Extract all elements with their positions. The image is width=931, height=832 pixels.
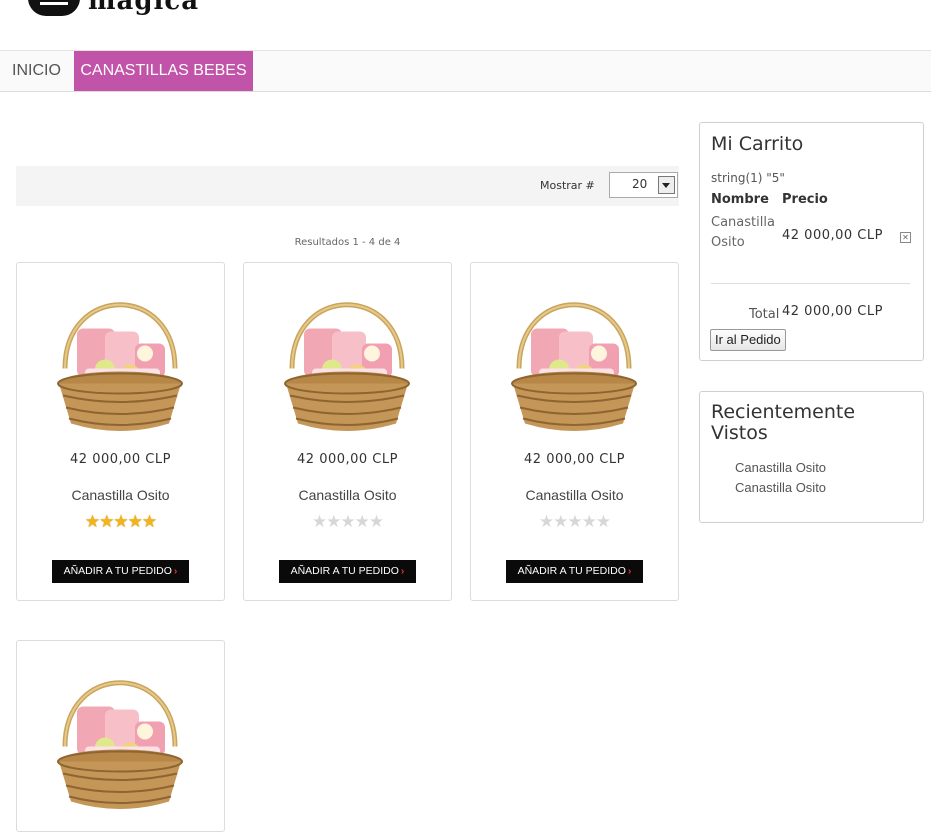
star-filled-icon: ★ <box>113 512 128 532</box>
cart-debug-text: string(1) "5" <box>711 171 785 185</box>
chevron-right-icon: › <box>173 565 178 577</box>
show-label: Mostrar # <box>540 179 595 192</box>
star-filled-icon: ★ <box>127 512 143 532</box>
nav-item-canastillas-bebes[interactable]: CANASTILLAS BEBES <box>74 51 253 91</box>
cart-item-price: 42 000,00 CLP <box>782 228 883 243</box>
recently-viewed-box: Recientemente Vistos Canastilla Osito Ca… <box>699 391 924 523</box>
product-price: 42 000,00 CLP <box>70 452 171 467</box>
nav-item-inicio[interactable]: INICIO <box>12 51 61 91</box>
star-filled-icon: ★ <box>84 512 100 532</box>
cart-col-price: Precio <box>782 192 828 207</box>
show-count-value: 20 <box>632 177 648 191</box>
remove-item-icon[interactable]: ✕ <box>900 232 911 243</box>
product-card[interactable]: 42 000,00 CLP Canastilla Osito ★★★★★ AÑA… <box>470 262 679 601</box>
cart-total-label: Total <box>749 307 780 322</box>
star-empty-icon: ★ <box>538 512 554 532</box>
rating-stars: ★★★★★ <box>471 512 678 532</box>
add-to-order-button[interactable]: AÑADIR A TU PEDIDO › <box>506 560 643 583</box>
product-image[interactable] <box>499 271 649 446</box>
site-logo[interactable]: mágica <box>0 0 300 50</box>
star-empty-icon: ★ <box>354 512 370 532</box>
star-empty-icon: ★ <box>368 512 384 532</box>
logo-text: mágica <box>88 0 200 16</box>
product-name[interactable]: Canastilla Osito <box>244 487 451 503</box>
star-empty-icon: ★ <box>326 512 341 532</box>
star-empty-icon: ★ <box>340 512 355 532</box>
add-to-order-label: AÑADIR A TU PEDIDO <box>290 565 399 577</box>
star-empty-icon: ★ <box>311 512 327 532</box>
cart-item-name[interactable]: Canastilla Osito <box>711 213 781 253</box>
rating-stars: ★★★★★ <box>17 512 224 532</box>
add-to-order-label: AÑADIR A TU PEDIDO <box>517 565 626 577</box>
recent-item[interactable]: Canastilla Osito <box>735 480 826 495</box>
add-to-order-button[interactable]: AÑADIR A TU PEDIDO › <box>279 560 416 583</box>
product-name[interactable]: Canastilla Osito <box>17 487 224 503</box>
star-empty-icon: ★ <box>595 512 611 532</box>
star-empty-icon: ★ <box>567 512 582 532</box>
cart-col-name: Nombre <box>711 192 769 207</box>
product-card[interactable] <box>16 640 225 832</box>
product-card[interactable]: 42 000,00 CLP Canastilla Osito ★★★★★ AÑA… <box>243 262 452 601</box>
list-toolbar: Mostrar # 20 <box>16 166 679 206</box>
main-nav: INICIO CANASTILLAS BEBES <box>0 50 931 92</box>
add-to-order-label: AÑADIR A TU PEDIDO <box>63 565 172 577</box>
product-card[interactable]: 42 000,00 CLP Canastilla Osito ★★★★★ AÑA… <box>16 262 225 601</box>
chevron-down-icon[interactable] <box>658 176 675 194</box>
go-to-order-button[interactable]: Ir al Pedido <box>710 329 786 351</box>
product-image[interactable] <box>45 649 195 824</box>
chevron-right-icon: › <box>400 565 405 577</box>
product-image[interactable] <box>272 271 422 446</box>
add-to-order-button[interactable]: AÑADIR A TU PEDIDO › <box>52 560 189 583</box>
product-name[interactable]: Canastilla Osito <box>471 487 678 503</box>
star-filled-icon: ★ <box>99 512 114 532</box>
recently-viewed-title: Recientemente Vistos <box>711 401 856 444</box>
product-image[interactable] <box>45 271 195 446</box>
divider <box>711 283 910 284</box>
product-price: 42 000,00 CLP <box>524 452 625 467</box>
star-filled-icon: ★ <box>141 512 157 532</box>
show-count-select[interactable]: 20 <box>609 172 678 198</box>
rating-stars: ★★★★★ <box>244 512 451 532</box>
star-empty-icon: ★ <box>581 512 597 532</box>
star-empty-icon: ★ <box>553 512 568 532</box>
cart-box: Mi Carrito string(1) "5" Nombre Precio C… <box>699 122 924 361</box>
results-count: Resultados 1 - 4 de 4 <box>294 237 401 248</box>
logo-icon <box>28 0 80 16</box>
cart-title: Mi Carrito <box>711 133 804 155</box>
product-price: 42 000,00 CLP <box>297 452 398 467</box>
cart-total-value: 42 000,00 CLP <box>782 304 883 319</box>
chevron-right-icon: › <box>627 565 632 577</box>
recent-item[interactable]: Canastilla Osito <box>735 460 826 475</box>
